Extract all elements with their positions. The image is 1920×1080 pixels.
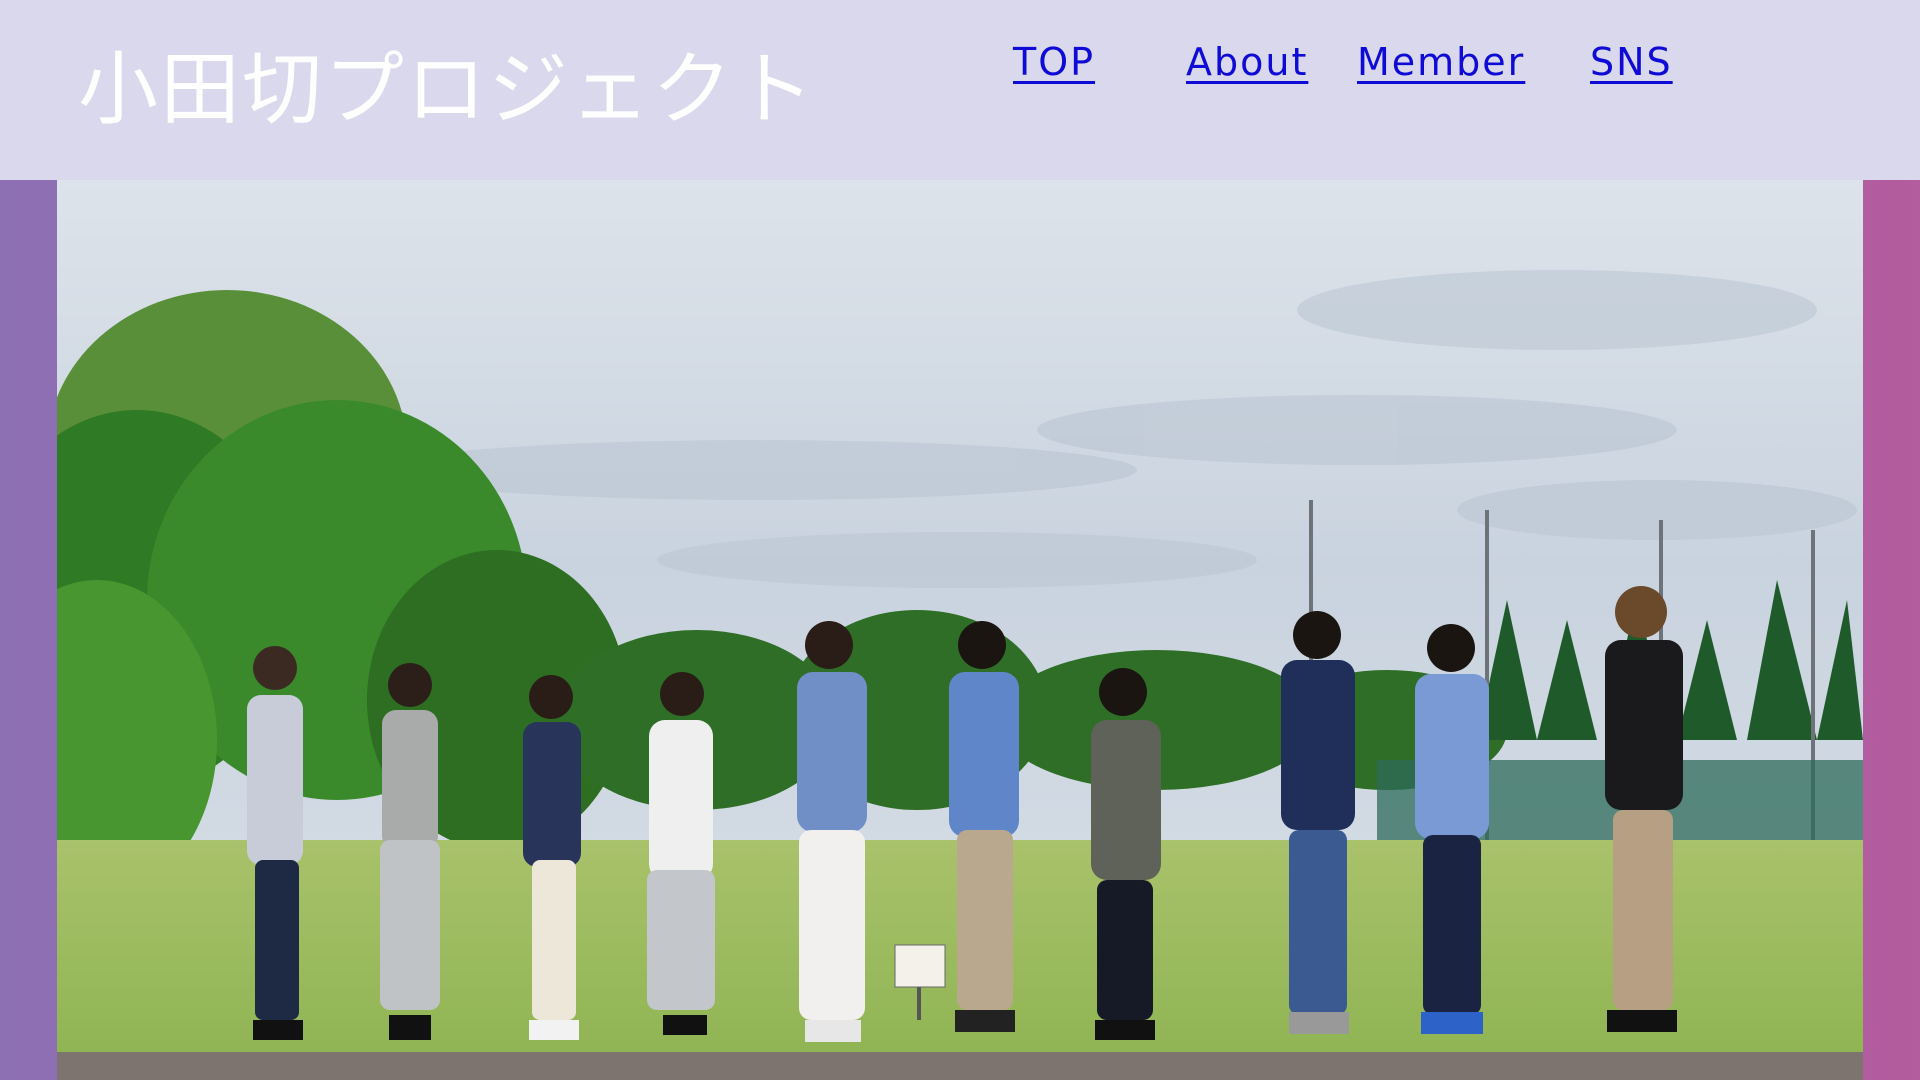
person-6: [949, 621, 1019, 1032]
site-header: 小田切プロジェクト TOP About Member SNS: [0, 0, 1920, 180]
nav-link-member[interactable]: Member: [1357, 40, 1525, 84]
nav-link-sns[interactable]: SNS: [1590, 40, 1673, 84]
hero-group-photo: [57, 180, 1863, 1080]
person-9: [1415, 624, 1489, 1034]
person-5: [797, 621, 867, 1042]
group-photo-illustration: [57, 180, 1863, 1080]
nav-link-about[interactable]: About: [1186, 40, 1308, 84]
person-10: [1605, 586, 1683, 1032]
main-nav: TOP About Member SNS: [0, 40, 1920, 100]
person-1: [247, 646, 303, 1040]
person-2: [380, 663, 440, 1040]
person-8: [1281, 611, 1355, 1034]
person-4: [647, 672, 715, 1035]
person-7: [1091, 668, 1161, 1040]
nav-link-top[interactable]: TOP: [1013, 40, 1095, 84]
paved-path: [57, 1052, 1863, 1080]
